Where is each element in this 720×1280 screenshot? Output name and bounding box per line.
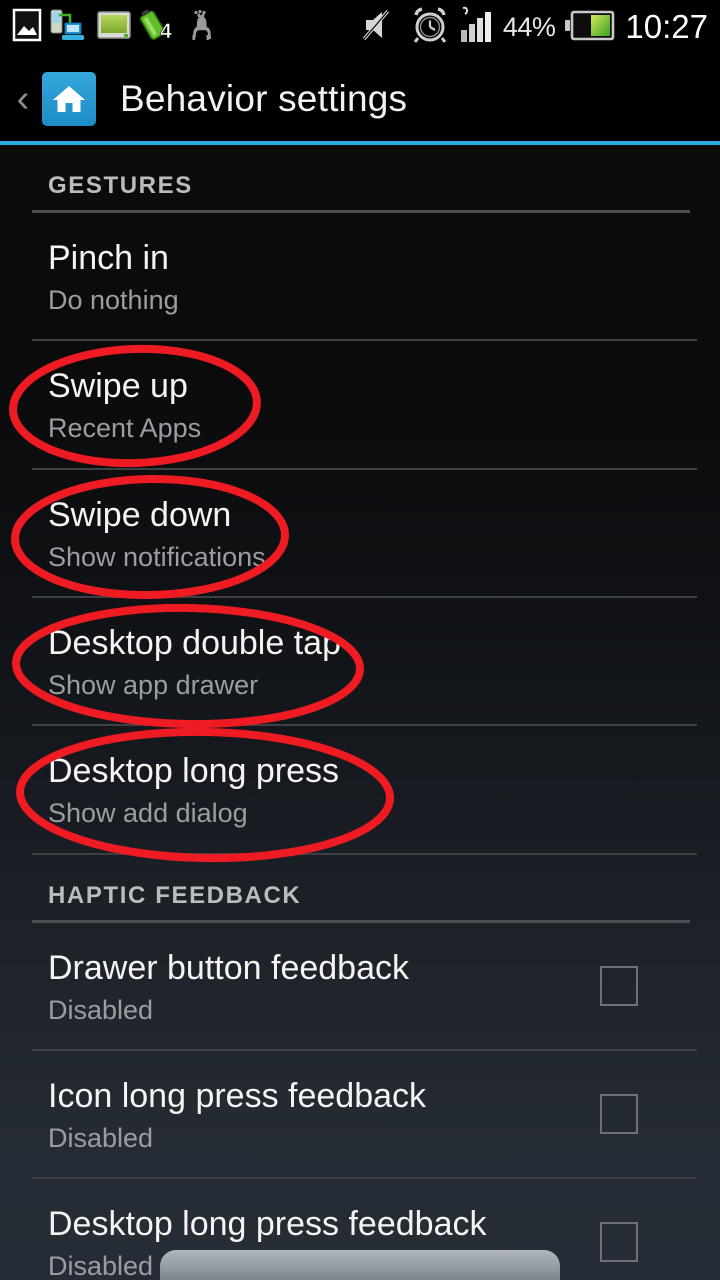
- signal-bars-icon: [458, 6, 494, 49]
- android-screen: 4 44% 10:27 ‹ Behavior settings GESTURES…: [0, 0, 720, 1280]
- toast-chip: [160, 1250, 560, 1280]
- page-title: Behavior settings: [120, 77, 408, 119]
- status-bar-left-icons: 4: [0, 8, 218, 47]
- alarm-clock-icon: [411, 6, 449, 49]
- checkbox-unchecked[interactable]: [600, 965, 638, 1006]
- section-header: HAPTIC FEEDBACK: [48, 881, 302, 909]
- status-bar-right-icons: 44% 10:27: [362, 6, 720, 49]
- settings-row-title: Swipe up: [48, 367, 188, 406]
- settings-row-title: Pinch in: [48, 239, 169, 277]
- settings-list[interactable]: GESTURES Pinch in Do nothing Swipe up Recent…: [0, 145, 720, 1280]
- home-icon[interactable]: [42, 71, 96, 126]
- checkbox-unchecked[interactable]: [600, 1094, 638, 1135]
- section-header: GESTURES: [48, 172, 193, 199]
- settings-row[interactable]: Swipe up Recent Apps: [0, 341, 720, 467]
- volume-muted-icon: [362, 7, 402, 48]
- settings-row-subtitle: Show app drawer: [48, 670, 259, 701]
- svg-text:4: 4: [160, 20, 172, 42]
- settings-row-subtitle: Show notifications: [48, 541, 266, 572]
- settings-row[interactable]: Swipe down Show notifications: [0, 470, 720, 596]
- settings-row-title: Desktop double tap: [48, 623, 341, 662]
- settings-row[interactable]: Desktop long press Show add dialog: [0, 726, 720, 852]
- usb-computer-sync-icon: [50, 8, 90, 47]
- checkbox-unchecked[interactable]: [600, 1222, 638, 1263]
- action-bar: ‹ Behavior settings: [0, 54, 720, 143]
- settings-row-subtitle: Do nothing: [48, 285, 179, 316]
- settings-row[interactable]: Desktop double tap Show app drawer: [0, 598, 720, 724]
- settings-row-title: Desktop long press: [48, 752, 340, 791]
- settings-row[interactable]: Pinch in Do nothing: [0, 213, 720, 339]
- screen-icon: [96, 8, 132, 47]
- battery-icon: [564, 6, 616, 49]
- battery-saver-icon: 4: [138, 8, 178, 47]
- photo-icon: [10, 8, 44, 47]
- clock-label: 10:27: [625, 8, 708, 45]
- status-bar[interactable]: 4 44% 10:27: [0, 0, 720, 54]
- back-chevron-icon[interactable]: ‹: [6, 80, 40, 118]
- battery-percent-label: 44%: [502, 11, 556, 42]
- settings-row[interactable]: Icon long press feedback Disabled: [0, 1051, 720, 1177]
- settings-row-title: Swipe down: [48, 495, 232, 534]
- settings-row-subtitle: Recent Apps: [48, 413, 202, 444]
- settings-row-subtitle: Show add dialog: [48, 798, 248, 829]
- llama-icon: [184, 8, 218, 47]
- settings-row[interactable]: Drawer button feedback Disabled: [0, 923, 720, 1049]
